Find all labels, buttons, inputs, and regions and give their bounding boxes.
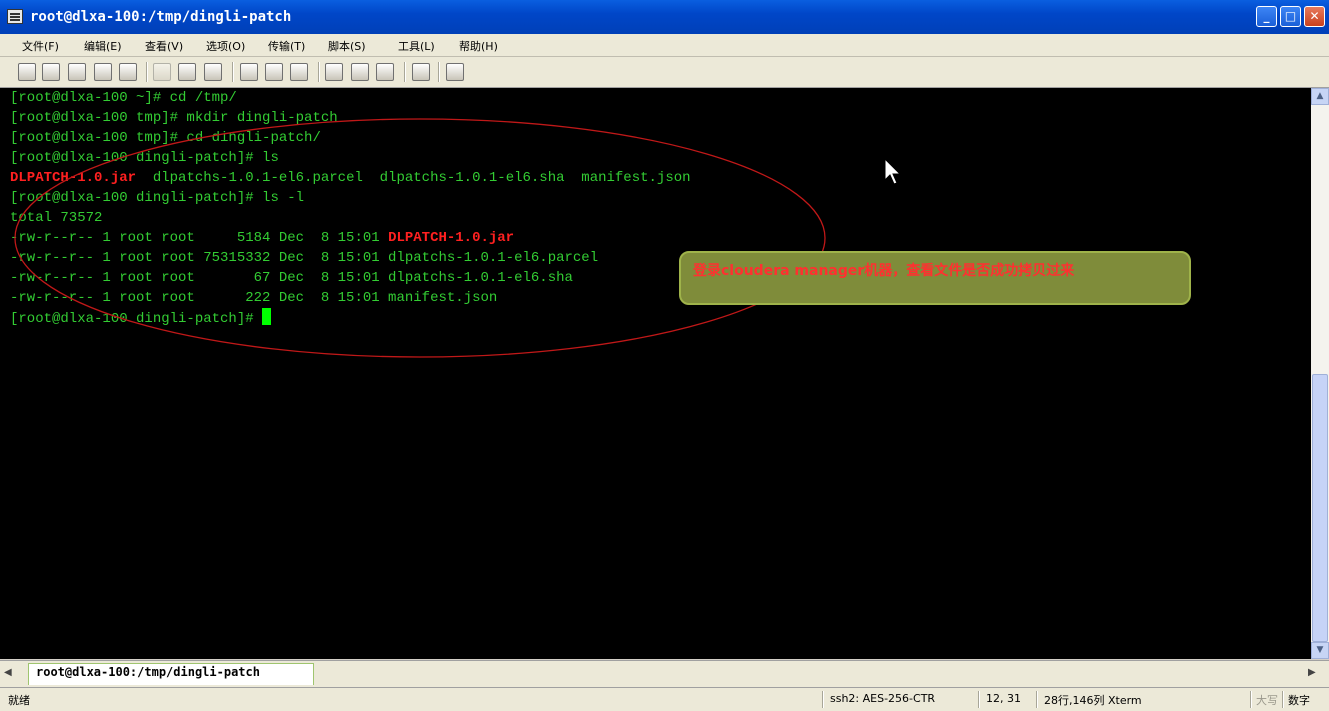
toolbar-separator — [438, 62, 440, 82]
paste-icon[interactable] — [178, 63, 196, 81]
toolbar — [0, 57, 1329, 88]
scroll-up-button[interactable]: ▲ — [1311, 88, 1329, 105]
menu-edit[interactable]: 编辑(E) — [84, 38, 122, 54]
printer-icon[interactable] — [290, 63, 308, 81]
status-separator — [1250, 691, 1252, 708]
toolbar-separator — [232, 62, 234, 82]
terminal-app-icon[interactable] — [7, 9, 23, 24]
status-cursor-position: 12, 31 — [986, 692, 1021, 705]
quick-connect-icon[interactable] — [42, 63, 60, 81]
tab-scroll-left-button[interactable]: ◀ — [4, 667, 12, 678]
menu-transfer[interactable]: 传输(T) — [268, 38, 305, 54]
reconnect-icon[interactable] — [94, 63, 112, 81]
toolbar-separator — [146, 62, 148, 82]
status-separator — [1036, 691, 1038, 708]
scroll-down-button[interactable]: ▼ — [1311, 642, 1329, 659]
session-tab-bar: ◀ root@dlxa-100:/tmp/dingli-patch ▶ — [0, 660, 1329, 687]
menu-script[interactable]: 脚本(S) — [328, 38, 366, 54]
status-separator — [1282, 691, 1284, 708]
print-icon[interactable] — [240, 63, 258, 81]
maximize-button[interactable]: □ — [1280, 6, 1301, 27]
annotation-text: 登录cloudera manager机器，查看文件是否成功拷贝过来 — [693, 263, 1075, 279]
status-terminal-size: 28行,146列 Xterm — [1044, 694, 1142, 707]
sftp-icon[interactable] — [446, 63, 464, 81]
menu-bar: 文件(F) 编辑(E) 查看(V) 选项(O) 传输(T) 脚本(S) 工具(L… — [0, 34, 1329, 57]
session-tab-label: root@dlxa-100:/tmp/dingli-patch — [36, 665, 260, 679]
key-icon[interactable] — [376, 63, 394, 81]
toolbar-separator — [404, 62, 406, 82]
tab-scroll-right-button[interactable]: ▶ — [1308, 667, 1316, 678]
menu-options[interactable]: 选项(O) — [206, 38, 245, 54]
toolbar-separator — [318, 62, 320, 82]
mouse-cursor-icon — [884, 158, 902, 185]
status-bar: 就绪 ssh2: AES-256-CTR 12, 31 28行,146列 Xte… — [0, 687, 1329, 711]
session-options-icon[interactable] — [325, 63, 343, 81]
vertical-scrollbar[interactable]: ▲ ▼ — [1311, 88, 1329, 659]
menu-view[interactable]: 查看(V) — [145, 38, 183, 54]
connect-tab-icon[interactable] — [68, 63, 86, 81]
help-icon[interactable] — [412, 63, 430, 81]
terminal-view[interactable]: [root@dlxa-100 ~]# cd /tmp/ [root@dlxa-1… — [0, 88, 1311, 659]
menu-help[interactable]: 帮助(H) — [459, 38, 498, 54]
find-icon[interactable] — [204, 63, 222, 81]
status-separator — [978, 691, 980, 708]
status-caps-lock: 大写 — [1256, 694, 1278, 707]
minimize-button[interactable]: _ — [1256, 6, 1277, 27]
print-selection-icon[interactable] — [265, 63, 283, 81]
annotation-callout: 登录cloudera manager机器，查看文件是否成功拷贝过来 — [679, 251, 1191, 305]
scroll-thumb[interactable] — [1312, 374, 1328, 642]
global-options-icon[interactable] — [351, 63, 369, 81]
window-title: root@dlxa-100:/tmp/dingli-patch — [30, 9, 292, 25]
status-cipher: ssh2: AES-256-CTR — [830, 692, 936, 705]
status-separator — [822, 691, 824, 708]
title-bar[interactable]: root@dlxa-100:/tmp/dingli-patch _ □ ✕ — [0, 0, 1329, 34]
menu-file[interactable]: 文件(F) — [22, 38, 59, 54]
status-ready: 就绪 — [8, 694, 30, 707]
close-button[interactable]: ✕ — [1304, 6, 1325, 27]
copy-icon[interactable] — [153, 63, 171, 81]
annotation-ellipse — [14, 118, 826, 358]
menu-tools[interactable]: 工具(L) — [398, 38, 435, 54]
status-num-lock: 数字 — [1288, 694, 1310, 707]
disconnect-icon[interactable] — [119, 63, 137, 81]
connect-icon[interactable] — [18, 63, 36, 81]
